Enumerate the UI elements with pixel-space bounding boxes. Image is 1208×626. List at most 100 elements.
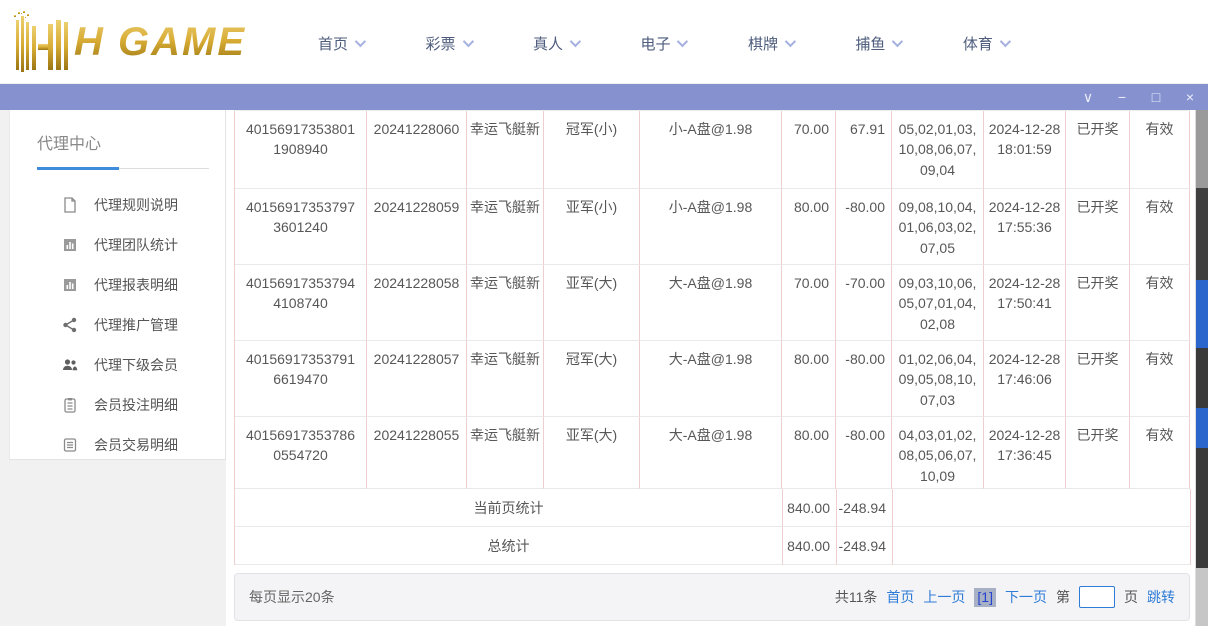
sidebar-item-label: 代理推广管理 [94,315,178,335]
cell-order-id: 401569173537916619470 [235,341,367,417]
first-page-link[interactable]: 首页 [886,587,914,607]
nav-label: 体育 [963,33,993,54]
cell-amount: 70.00 [782,111,836,189]
chevron-down-icon [892,36,903,47]
cell-play: 亚军(小) [544,189,640,265]
page-number-input[interactable] [1079,586,1115,608]
window-close-button[interactable]: × [1182,84,1198,110]
cell-market: 小-A盘@1.98 [640,189,782,265]
cell-time: 2024-12-2817:36:45 [984,417,1066,489]
page-prefix-label: 第 [1056,587,1070,607]
cell-game: 幸运飞艇新 [467,111,544,189]
table-row: 401569173538011908940 20241228060 幸运飞艇新 … [235,111,1190,189]
cell-draw-numbers: 01,02,06,04,09,05,08,10,07,03 [892,341,984,417]
cell-result: 67.91 [836,111,892,189]
window-maximize-button[interactable]: □ [1148,84,1164,110]
cell-order-id: 401569173537860554720 [235,417,367,489]
logo-h-mark-icon [12,10,74,74]
nav-item-sports[interactable]: 体育 [963,33,1008,54]
window-controls: ∨ − □ × [1080,84,1198,110]
cell-order-id: 401569173537944108740 [235,265,367,341]
sidebar-title: 代理中心 [37,130,225,154]
nav-item-home[interactable]: 首页 [318,33,363,54]
chevron-down-icon [570,36,581,47]
sidebar-item-agent-rules[interactable]: 代理规则说明 [10,185,225,225]
nav-label: 首页 [318,33,348,54]
share-icon [62,317,78,333]
sidebar-item-label: 代理规则说明 [94,195,178,215]
cell-time: 2024-12-2818:01:59 [984,111,1066,189]
nav-item-cards[interactable]: 棋牌 [748,33,793,54]
nav-label: 真人 [533,33,563,54]
cell-result: -70.00 [836,265,892,341]
nav-item-slots[interactable]: 电子 [640,33,685,54]
window-minimize-button[interactable]: − [1114,84,1130,110]
cell-status: 已开奖 [1066,417,1130,489]
sidebar-item-team-stats[interactable]: 代理团队统计 [10,225,225,265]
summary-filler [893,489,1191,527]
sidebar-item-label: 代理团队统计 [94,235,178,255]
main-nav: 首页 彩票 真人 电子 棋牌 捕鱼 [318,28,1008,58]
table-row: 401569173537860554720 20241228055 幸运飞艇新 … [235,417,1190,489]
sidebar-item-label: 代理报表明细 [94,275,178,295]
summary-filler [893,527,1191,565]
cell-play: 亚军(大) [544,417,640,489]
cell-draw-numbers: 05,02,01,03,10,08,06,07,09,04 [892,111,984,189]
summary-result: -248.94 [837,527,893,565]
file-icon [62,197,78,213]
nav-item-fishing[interactable]: 捕鱼 [855,33,900,54]
cell-order-id: 401569173538011908940 [235,111,367,189]
nav-item-live[interactable]: 真人 [533,33,578,54]
summary-label: 总统计 [235,527,783,565]
cell-valid: 有效 [1130,189,1190,265]
cell-valid: 有效 [1130,417,1190,489]
agent-center-sidebar: 代理中心 代理规则说明 代理团队统计 代理报表明细 代理推广管理 [9,110,226,460]
next-page-link[interactable]: 下一页 [1005,587,1047,607]
cell-market: 小-A盘@1.98 [640,111,782,189]
table-row: 401569173537944108740 20241228058 幸运飞艇新 … [235,265,1190,341]
cell-amount: 80.00 [782,417,836,489]
total-count-label: 共11条 [835,587,878,607]
nav-item-lottery[interactable]: 彩票 [425,33,470,54]
pagination-bar: 每页显示20条 共11条 首页 上一页 [1] 下一页 第 页 跳转 [234,573,1190,621]
summary-amount: 840.00 [783,527,837,565]
summary-amount: 840.00 [783,489,837,527]
sidebar-item-label: 会员交易明细 [94,435,178,455]
brand-logo[interactable]: H GAME [12,6,246,78]
chevron-down-icon [462,36,473,47]
table-row: 401569173537916619470 20241228057 幸运飞艇新 … [235,341,1190,417]
cell-status: 已开奖 [1066,189,1130,265]
sidebar-item-transaction-detail[interactable]: 会员交易明细 [10,425,225,465]
cell-result: -80.00 [836,341,892,417]
window-title-bar: ∨ − □ × [0,84,1208,110]
prev-page-link[interactable]: 上一页 [923,587,965,607]
summary-label: 当前页统计 [235,489,783,527]
background-page-strip [1196,110,1208,626]
clipboard-icon [62,397,78,413]
cell-period: 20241228057 [367,341,467,417]
cell-period: 20241228055 [367,417,467,489]
cell-game: 幸运飞艇新 [467,189,544,265]
list-icon [62,437,78,453]
jump-link[interactable]: 跳转 [1147,587,1175,607]
cell-result: -80.00 [836,189,892,265]
cell-game: 幸运飞艇新 [467,265,544,341]
sidebar-item-promotion[interactable]: 代理推广管理 [10,305,225,345]
cell-status: 已开奖 [1066,111,1130,189]
current-page-indicator[interactable]: [1] [974,588,996,607]
cell-market: 大-A盘@1.98 [640,265,782,341]
window-collapse-button[interactable]: ∨ [1080,84,1096,110]
bet-records-table: 401569173538011908940 20241228060 幸运飞艇新 … [234,110,1190,565]
cell-time: 2024-12-2817:50:41 [984,265,1066,341]
summary-result: -248.94 [837,489,893,527]
nav-label: 彩票 [425,33,455,54]
sidebar-item-downline-members[interactable]: 代理下级会员 [10,345,225,385]
cell-play: 亚军(大) [544,265,640,341]
sidebar-item-bet-detail[interactable]: 会员投注明细 [10,385,225,425]
cell-valid: 有效 [1130,111,1190,189]
table-row: 401569173537973601240 20241228059 幸运飞艇新 … [235,189,1190,265]
logo-text: H GAME [74,20,246,65]
sidebar-item-report-detail[interactable]: 代理报表明细 [10,265,225,305]
cell-market: 大-A盘@1.98 [640,417,782,489]
sidebar-item-label: 会员投注明细 [94,395,178,415]
